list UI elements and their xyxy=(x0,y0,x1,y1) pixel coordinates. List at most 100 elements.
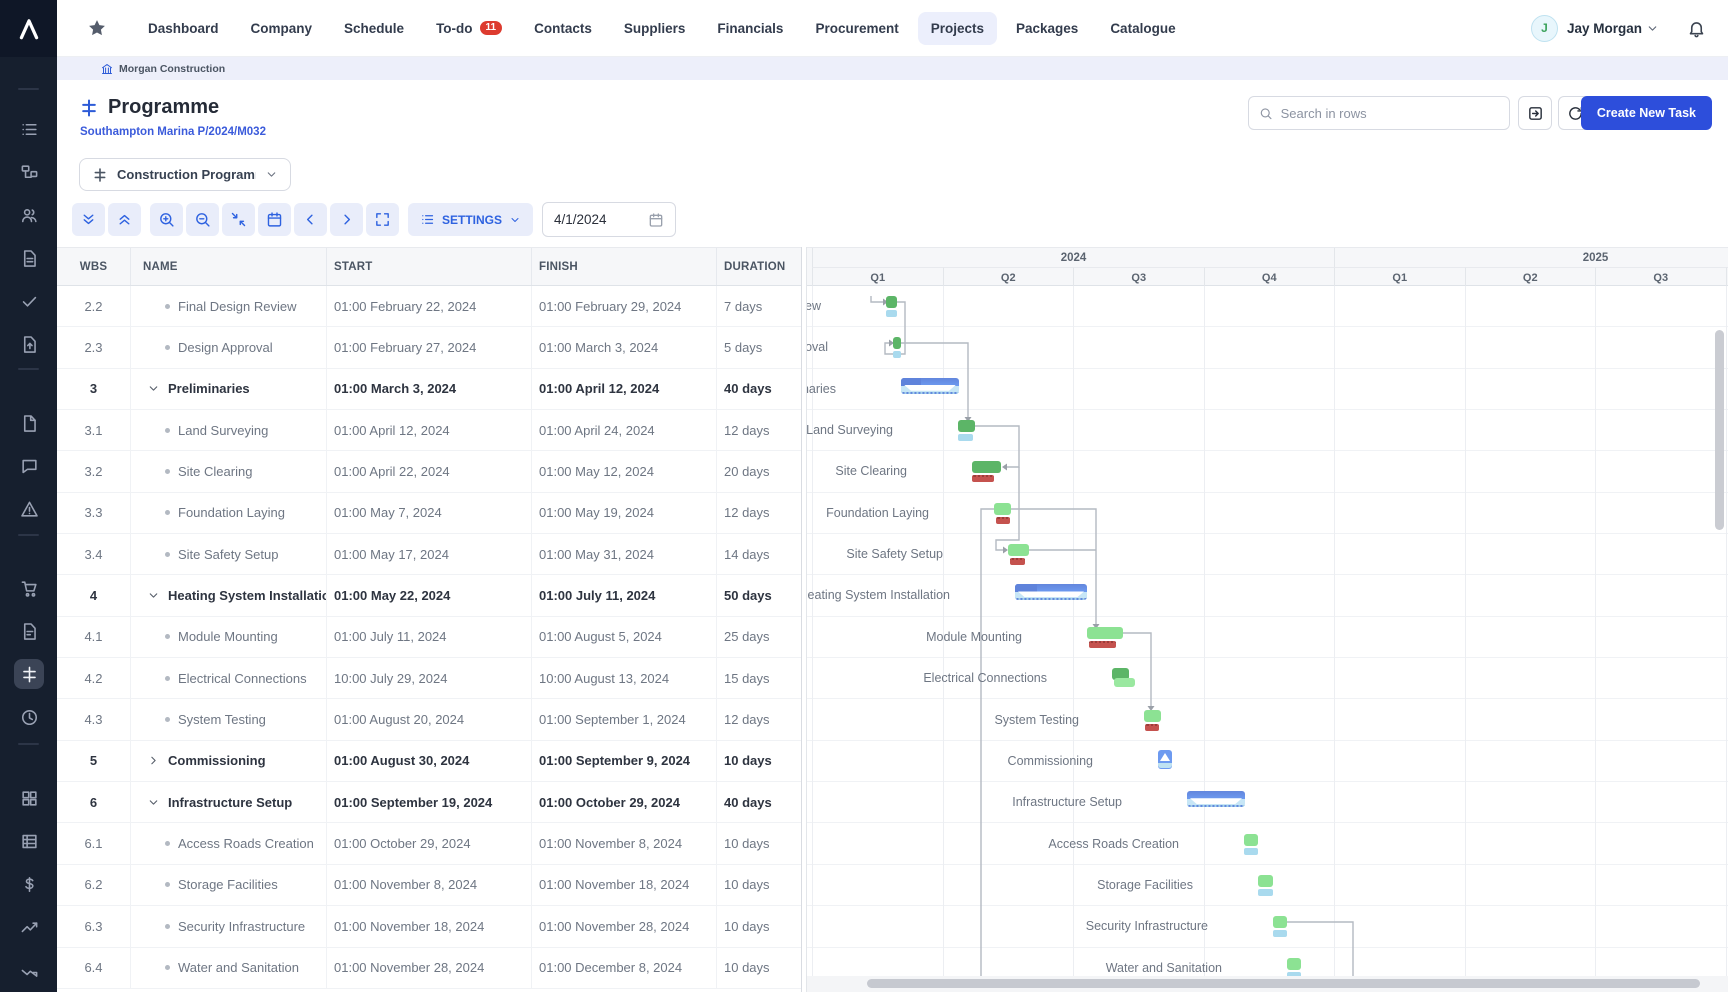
gantt-bar-lgreen2[interactable] xyxy=(1114,678,1135,687)
sidebar-item-dollar[interactable] xyxy=(14,869,44,899)
gantt-bar-red[interactable] xyxy=(1145,724,1159,731)
create-new-task-button[interactable]: Create New Task xyxy=(1581,96,1712,130)
gantt-bar-red[interactable] xyxy=(1089,641,1116,648)
nav-item-financials[interactable]: Financials xyxy=(704,12,796,45)
timeline-quarter-label: Q1 xyxy=(812,267,943,287)
chevrons-down-button[interactable] xyxy=(72,203,105,236)
search-input[interactable] xyxy=(1281,106,1499,121)
gantt-bar-lgreen[interactable] xyxy=(1258,875,1273,887)
task-name: Commissioning xyxy=(168,753,266,768)
chevron-right-button[interactable] xyxy=(330,203,363,236)
view-selector-dropdown[interactable]: Construction Programme xyxy=(79,158,291,191)
sidebar-item-file[interactable] xyxy=(14,408,44,438)
gantt-bar-red[interactable] xyxy=(1010,558,1025,565)
expand-button[interactable] xyxy=(366,203,399,236)
gantt-bar-lgreen[interactable] xyxy=(1244,834,1258,846)
sidebar-item-file-text[interactable] xyxy=(14,243,44,273)
timeline-year-label: 2025 xyxy=(1334,248,1728,267)
gantt-bar-base[interactable] xyxy=(958,434,973,441)
sidebar-item-alert-triangle[interactable] xyxy=(14,494,44,524)
horizontal-scrollbar[interactable] xyxy=(807,976,1728,992)
breadcrumb[interactable]: Morgan Construction xyxy=(57,57,1728,80)
gantt-bar-summary[interactable] xyxy=(1015,584,1087,600)
gantt-bar-green[interactable] xyxy=(972,461,1001,473)
sidebar-item-orgchart[interactable] xyxy=(14,157,44,187)
notifications-bell-icon[interactable] xyxy=(1687,19,1706,38)
nav-item-dashboard[interactable]: Dashboard xyxy=(135,12,232,45)
nav-item-to-do[interactable]: To-do11 xyxy=(423,12,515,45)
nav-item-projects[interactable]: Projects xyxy=(918,12,997,45)
gantt-bar-red[interactable] xyxy=(972,475,994,482)
gantt-bar-lgreen[interactable] xyxy=(1144,710,1161,722)
avatar[interactable]: J xyxy=(1531,15,1558,42)
sidebar-item-check[interactable] xyxy=(14,286,44,316)
sidebar-item-gantt[interactable] xyxy=(14,659,44,689)
chevron-down-icon[interactable] xyxy=(147,589,160,602)
sidebar-item-list[interactable] xyxy=(14,114,44,144)
column-header-finish[interactable]: FINISH xyxy=(532,248,717,285)
gantt-bar-lgreen[interactable] xyxy=(1287,958,1301,970)
gantt-bar-summary[interactable] xyxy=(1187,791,1245,807)
chevron-down-icon[interactable] xyxy=(147,382,160,395)
vertical-scrollbar-thumb[interactable] xyxy=(1715,330,1724,530)
table-gantt-splitter[interactable] xyxy=(801,247,807,992)
column-header-duration[interactable]: DURATION xyxy=(717,248,801,285)
gantt-bar-lgreen[interactable] xyxy=(994,503,1011,515)
gantt-bar-base[interactable] xyxy=(1258,889,1273,896)
date-picker[interactable]: 4/1/2024 xyxy=(542,202,676,237)
gantt-bar-base[interactable] xyxy=(1273,930,1287,937)
zoom-out-button[interactable] xyxy=(186,203,219,236)
gantt-bar-green[interactable] xyxy=(958,420,975,432)
calendar-button[interactable] xyxy=(258,203,291,236)
column-header-start[interactable]: START xyxy=(327,248,532,285)
gantt-task-label: Preliminaries xyxy=(807,382,836,396)
gantt-bar-base[interactable] xyxy=(1244,848,1258,855)
nav-item-company[interactable]: Company xyxy=(238,12,326,45)
nav-item-suppliers[interactable]: Suppliers xyxy=(611,12,699,45)
app-logo-icon[interactable] xyxy=(0,0,57,57)
nav-item-procurement[interactable]: Procurement xyxy=(802,12,911,45)
gantt-bar-base[interactable] xyxy=(886,310,897,317)
sidebar-item-table[interactable] xyxy=(14,826,44,856)
sidebar-item-clock[interactable] xyxy=(14,702,44,732)
sidebar-item-file-invoice[interactable] xyxy=(14,616,44,646)
column-header-name[interactable]: NAME xyxy=(131,248,327,285)
favorite-star-icon[interactable] xyxy=(87,18,107,38)
gantt-bar-lgreen[interactable] xyxy=(1008,544,1029,556)
export-button[interactable] xyxy=(1518,96,1552,130)
sidebar-item-chevrons-zigzag[interactable] xyxy=(14,955,44,985)
chevron-right-icon[interactable] xyxy=(147,754,160,767)
gantt-bar-marker[interactable] xyxy=(1158,750,1172,769)
settings-button[interactable]: SETTINGS xyxy=(408,203,533,236)
chevron-left-button[interactable] xyxy=(294,203,327,236)
sidebar-item-trending-up[interactable] xyxy=(14,912,44,942)
cell-text: 2.2 xyxy=(84,299,102,314)
nav-item-schedule[interactable]: Schedule xyxy=(331,12,417,45)
gantt-bar-base[interactable] xyxy=(893,351,901,358)
chevrons-up-button[interactable] xyxy=(108,203,141,236)
nav-item-contacts[interactable]: Contacts xyxy=(521,12,605,45)
sidebar-item-grid[interactable] xyxy=(14,783,44,813)
compress-button[interactable] xyxy=(222,203,255,236)
zoom-in-button[interactable] xyxy=(150,203,183,236)
timeline-quarter-label: Q2 xyxy=(943,267,1074,287)
chevron-down-icon[interactable] xyxy=(147,796,160,809)
column-header-wbs[interactable]: WBS xyxy=(57,248,131,285)
project-link[interactable]: Southampton Marina P/2024/M032 xyxy=(80,126,266,138)
sidebar-item-chat[interactable] xyxy=(14,451,44,481)
gantt-bar-green[interactable] xyxy=(893,337,901,349)
gantt-bar-lgreen[interactable] xyxy=(1273,916,1287,928)
sidebar-item-cart[interactable] xyxy=(14,573,44,603)
sidebar-item-users[interactable] xyxy=(14,200,44,230)
user-menu[interactable]: J Jay Morgan xyxy=(1531,15,1659,42)
gantt-bar-summary[interactable] xyxy=(901,378,959,394)
nav-item-packages[interactable]: Packages xyxy=(1003,12,1091,45)
gantt-bar-red[interactable] xyxy=(996,517,1010,524)
gantt-bar-green[interactable] xyxy=(886,296,897,308)
sidebar-item-file-upload[interactable] xyxy=(14,329,44,359)
cell-text: 15 days xyxy=(724,671,770,686)
nav-item-label: Company xyxy=(251,21,313,36)
horizontal-scrollbar-thumb[interactable] xyxy=(867,979,1700,988)
nav-item-catalogue[interactable]: Catalogue xyxy=(1097,12,1188,45)
gantt-bar-lgreen[interactable] xyxy=(1087,627,1123,639)
